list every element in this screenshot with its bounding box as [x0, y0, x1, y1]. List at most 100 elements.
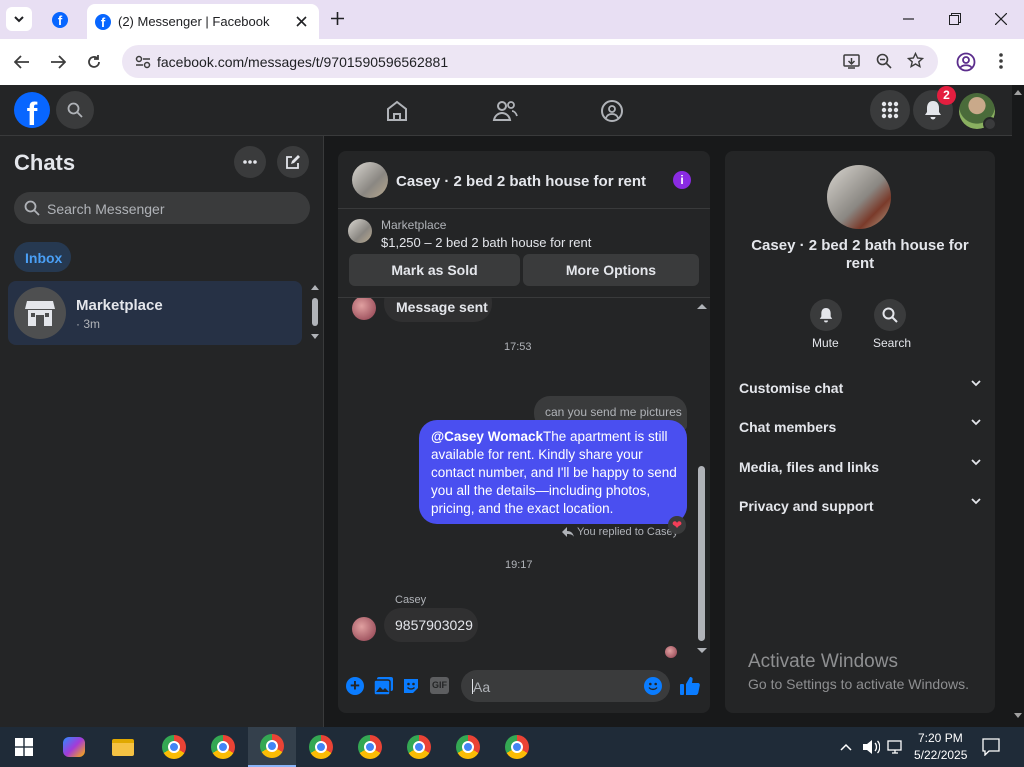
taskbar-chrome-4[interactable]	[297, 727, 345, 767]
info-icon[interactable]: i	[673, 171, 691, 189]
chat-members-section[interactable]: Chat members	[739, 419, 981, 439]
emoji-icon[interactable]	[644, 677, 662, 695]
chrome-icon	[505, 735, 529, 759]
bookmark-star-icon[interactable]	[907, 52, 924, 69]
sent-message-bubble[interactable]: @Casey WomackThe apartment is still avai…	[419, 420, 687, 524]
chrome-icon	[456, 735, 480, 759]
scroll-down-icon[interactable]	[697, 648, 707, 654]
back-icon[interactable]	[14, 54, 30, 70]
volume-icon[interactable]	[862, 739, 880, 755]
menu-kebab-icon[interactable]	[999, 53, 1003, 69]
copilot-button[interactable]	[50, 727, 98, 767]
listing-title[interactable]: $1,250 – 2 bed 2 bath house for rent	[381, 235, 591, 250]
facebook-search-button[interactable]	[56, 91, 94, 129]
sender-name: Casey	[395, 594, 427, 606]
tab-search-button[interactable]	[6, 7, 32, 31]
mark-as-sold-button[interactable]: Mark as Sold	[349, 254, 520, 286]
friends-icon[interactable]	[492, 99, 518, 123]
previous-message-bubble[interactable]: Message sent	[384, 298, 492, 322]
info-avatar[interactable]	[827, 165, 891, 229]
start-button[interactable]	[0, 727, 48, 767]
gif-icon[interactable]: GIF	[430, 677, 449, 694]
photo-icon[interactable]	[374, 677, 393, 695]
section-label: Customise chat	[739, 380, 844, 396]
chat-header: Casey · 2 bed 2 bath house for rent i	[338, 151, 710, 209]
taskbar-chrome-3-active[interactable]	[248, 727, 296, 767]
chat-list-item[interactable]: Marketplace · 3m	[8, 281, 302, 345]
clock-time[interactable]: 7:20 PM	[918, 731, 963, 745]
file-explorer-button[interactable]	[99, 727, 147, 767]
chat-options-button[interactable]	[234, 146, 266, 178]
scroll-up-icon[interactable]	[697, 303, 707, 309]
message-input[interactable]: Aa	[461, 670, 670, 702]
mention-link[interactable]: @Casey Womack	[431, 429, 543, 444]
chat-title[interactable]: Casey · 2 bed 2 bath house for rent	[396, 173, 646, 190]
more-dots-icon	[243, 160, 257, 164]
menu-button[interactable]	[870, 90, 910, 130]
install-app-icon[interactable]	[843, 53, 860, 70]
tray-chevron-up-icon[interactable]	[840, 743, 852, 751]
customise-chat-section[interactable]: Customise chat	[739, 380, 981, 400]
network-icon[interactable]	[887, 739, 905, 755]
more-options-button[interactable]: More Options	[523, 254, 699, 286]
reload-icon[interactable]	[86, 54, 102, 70]
close-tab-icon[interactable]	[296, 16, 307, 27]
chat-time: · 3m	[76, 317, 100, 331]
more-options-label: More Options	[565, 262, 657, 278]
chrome-icon	[309, 735, 333, 759]
close-window-icon[interactable]	[995, 13, 1007, 25]
account-avatar[interactable]	[959, 93, 997, 131]
taskbar-chrome-2[interactable]	[199, 727, 247, 767]
media-files-section[interactable]: Media, files and links	[739, 459, 981, 479]
composer: + GIF Aa	[338, 665, 710, 709]
quoted-message-text: can you send me pictures	[545, 405, 682, 419]
search-icon	[67, 102, 83, 118]
marketplace-listing-bar: Marketplace $1,250 – 2 bed 2 bath house …	[338, 210, 710, 298]
forward-icon[interactable]	[50, 54, 66, 70]
active-tab[interactable]: f (2) Messenger | Facebook	[87, 4, 319, 39]
inbox-tab[interactable]: Inbox	[14, 242, 71, 272]
previous-message-text: Message sent	[396, 299, 488, 315]
taskbar-chrome-8[interactable]	[493, 727, 541, 767]
scroll-thumb[interactable]	[312, 298, 318, 326]
taskbar-chrome-6[interactable]	[395, 727, 443, 767]
search-messenger[interactable]: Search Messenger	[14, 192, 310, 224]
search-conversation-button[interactable]	[874, 299, 906, 331]
activate-windows-subtitle: Go to Settings to activate Windows.	[748, 676, 969, 692]
plus-icon[interactable]: +	[346, 677, 364, 695]
notification-center-icon[interactable]	[982, 738, 1000, 756]
messages-scroll-thumb[interactable]	[698, 466, 705, 641]
facebook-logo[interactable]: f	[14, 92, 50, 128]
taskbar-chrome-1[interactable]	[150, 727, 198, 767]
new-message-button[interactable]	[277, 146, 309, 178]
zoom-out-icon[interactable]	[876, 53, 892, 69]
contact-avatar[interactable]	[352, 162, 388, 198]
groups-icon[interactable]	[600, 99, 624, 123]
notification-badge: 2	[937, 86, 956, 105]
profile-icon[interactable]	[956, 52, 976, 72]
mute-button[interactable]	[810, 299, 842, 331]
page-scrollbar[interactable]	[1012, 85, 1024, 727]
privacy-support-section[interactable]: Privacy and support	[739, 498, 981, 518]
new-tab-icon[interactable]	[331, 12, 344, 25]
pinned-facebook-tab[interactable]: f	[48, 8, 72, 32]
sidebar-scrollbar[interactable]	[310, 284, 320, 342]
heart-reaction-icon[interactable]: ❤	[668, 516, 686, 534]
search-input[interactable]: Search Messenger	[47, 201, 165, 217]
chrome-icon	[260, 734, 284, 758]
taskbar-chrome-5[interactable]	[346, 727, 394, 767]
marketplace-label: Marketplace	[381, 218, 447, 232]
minimize-icon[interactable]	[903, 18, 914, 20]
omnibox[interactable]: facebook.com/messages/t/9701590596562881	[122, 45, 938, 78]
taskbar-chrome-7[interactable]	[444, 727, 492, 767]
notifications-button[interactable]: 2	[913, 86, 956, 130]
site-settings-icon[interactable]	[135, 54, 151, 70]
restore-icon[interactable]	[949, 13, 961, 25]
received-message-bubble[interactable]: 9857903029	[384, 608, 478, 642]
clock-date[interactable]: 5/22/2025	[914, 748, 967, 762]
sticker-icon[interactable]	[402, 677, 420, 695]
listing-thumbnail	[348, 219, 372, 243]
search-icon	[882, 307, 898, 323]
home-icon[interactable]	[385, 99, 409, 123]
thumbs-up-icon[interactable]	[680, 676, 700, 695]
